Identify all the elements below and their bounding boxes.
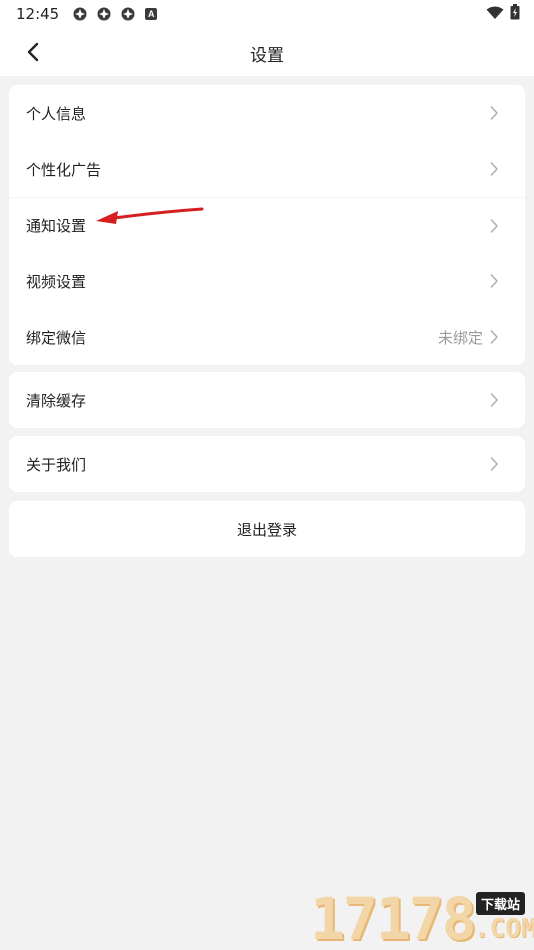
logout-card: 退出登录	[9, 501, 525, 557]
settings-item-clear-cache[interactable]: 清除缓存	[9, 372, 525, 428]
wechat-bind-status: 未绑定	[437, 328, 483, 347]
chevron-right-icon	[489, 105, 499, 121]
page-title: 设置	[250, 46, 284, 66]
wifi-icon	[486, 5, 504, 24]
watermark-logo: 17178 下载站 .COM	[310, 888, 534, 950]
logout-button[interactable]: 退出登录	[9, 501, 525, 557]
status-bar: 12:45 A	[0, 0, 534, 28]
settings-item-label: 个人信息	[26, 104, 87, 123]
battery-charging-icon	[510, 4, 520, 24]
settings-item-label: 关于我们	[26, 455, 87, 474]
settings-item-label: 绑定微信	[26, 328, 87, 347]
settings-group-about: 关于我们	[9, 436, 525, 492]
logout-label: 退出登录	[236, 520, 297, 539]
chevron-right-icon	[489, 456, 499, 472]
navigation-bar: 设置	[0, 28, 534, 76]
settings-item-label: 视频设置	[26, 272, 87, 291]
settings-item-bind-wechat[interactable]: 绑定微信 未绑定	[9, 309, 525, 365]
settings-item-label: 个性化广告	[26, 160, 102, 179]
chevron-right-icon	[489, 273, 499, 289]
chevron-right-icon	[489, 161, 499, 177]
annotation-arrow-icon	[96, 207, 204, 224]
settings-item-about-us[interactable]: 关于我们	[9, 436, 525, 492]
chevron-right-icon	[489, 392, 499, 408]
watermark-suffix: .COM	[474, 914, 534, 944]
settings-item-personalized-ads[interactable]: 个性化广告	[9, 141, 525, 197]
settings-item-notifications[interactable]: 通知设置	[9, 198, 525, 253]
settings-item-label: 清除缓存	[26, 391, 87, 410]
chevron-right-icon	[489, 218, 499, 234]
settings-item-label: 通知设置	[26, 217, 87, 235]
app-icon	[73, 7, 87, 21]
settings-group-main: 个人信息 个性化广告 通知设置 视频设置 绑定微信 未绑定	[9, 85, 525, 365]
settings-item-video[interactable]: 视频设置	[9, 253, 525, 309]
chevron-right-icon	[489, 329, 499, 345]
a-notification-icon: A	[145, 8, 158, 20]
settings-group-cache: 清除缓存	[9, 372, 525, 428]
settings-item-profile[interactable]: 个人信息	[9, 85, 525, 141]
status-time: 12:45	[16, 5, 60, 23]
app-icon	[121, 7, 135, 21]
app-icon	[97, 7, 111, 21]
watermark-digits: 17178	[310, 885, 477, 950]
watermark-badge: 下载站	[476, 892, 526, 915]
